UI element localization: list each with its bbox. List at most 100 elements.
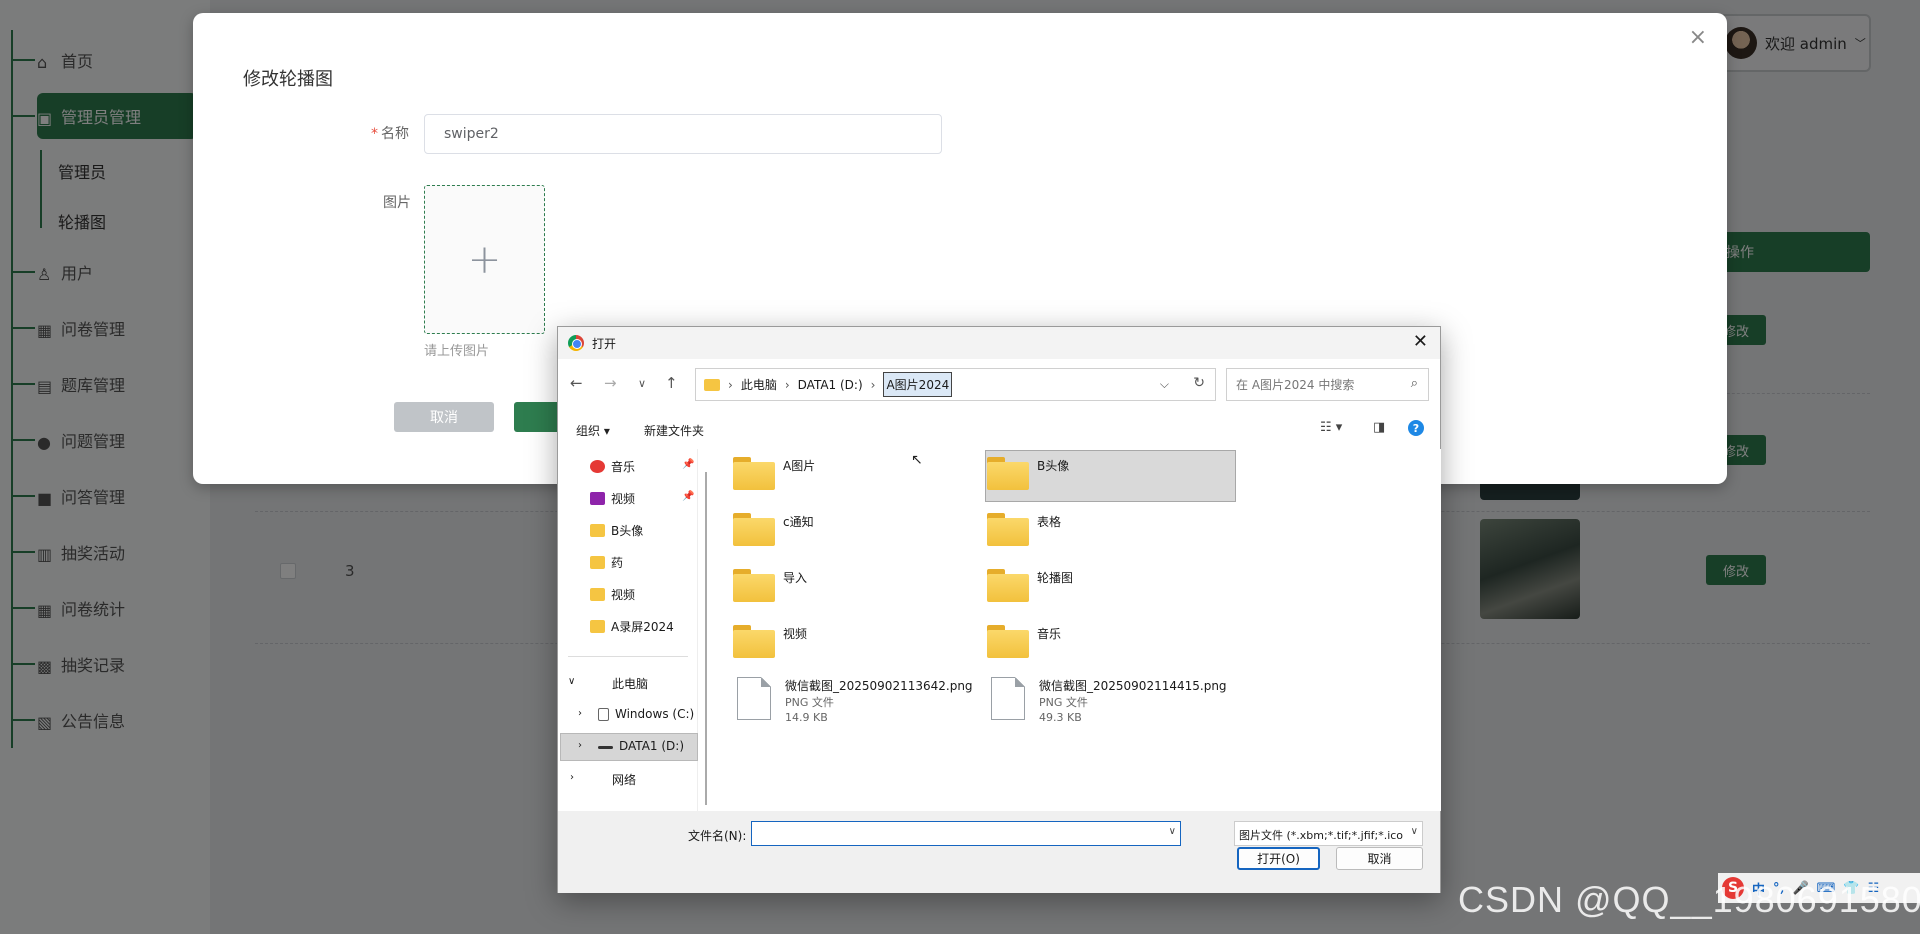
- help-icon[interactable]: ?: [1408, 420, 1424, 436]
- folder-icon: [987, 457, 1029, 490]
- name-input[interactable]: [424, 114, 942, 154]
- chevron-right-icon: ›: [870, 377, 876, 392]
- image-label: 图片: [383, 195, 411, 211]
- file-dialog-footer: 文件名(N): ∨ 图片文件 (*.xbm;*.tif;*.jfif;*.ico…: [558, 811, 1440, 893]
- folder-item[interactable]: 视频: [733, 625, 807, 658]
- required-mark: *: [371, 126, 378, 142]
- file-name: 微信截图_20250902113642.png: [785, 679, 973, 693]
- file-size: 14.9 KB: [785, 711, 828, 724]
- breadcrumb-folder[interactable]: A图片2024: [883, 372, 953, 397]
- organize-button[interactable]: 组织 ▾: [576, 422, 610, 439]
- nav-item-folder[interactable]: B头像: [590, 522, 643, 539]
- chevron-down-icon[interactable]: ⌵: [1160, 377, 1169, 392]
- file-info: 微信截图_20250902114415.png PNG 文件 49.3 KB: [1039, 677, 1227, 724]
- file-dialog-title: 打开: [592, 336, 617, 351]
- pin-icon: 📌: [682, 491, 695, 502]
- folder-icon: [733, 513, 775, 546]
- chrome-icon: [568, 335, 584, 351]
- drive-icon: [598, 707, 609, 721]
- folder-item[interactable]: 轮播图: [987, 569, 1073, 602]
- forward-arrow-icon[interactable]: →: [604, 374, 617, 392]
- nav-item-drive-d[interactable]: DATA1 (D:): [598, 739, 684, 753]
- file-name: 微信截图_20250902114415.png: [1039, 679, 1227, 693]
- nav-scrollbar[interactable]: [705, 472, 707, 805]
- search-icon: ⌕: [1410, 376, 1418, 391]
- video-icon: [590, 492, 605, 505]
- image-upload[interactable]: +: [424, 185, 545, 334]
- folder-icon: [590, 588, 605, 601]
- file-type: PNG 文件: [1039, 696, 1088, 709]
- folder-item[interactable]: 音乐: [987, 625, 1061, 658]
- file-item[interactable]: 微信截图_20250902113642.png PNG 文件 14.9 KB: [733, 677, 973, 724]
- folder-item[interactable]: c通知: [733, 513, 814, 546]
- file-cancel-button[interactable]: 取消: [1336, 847, 1423, 870]
- cancel-button[interactable]: 取消: [394, 402, 494, 432]
- breadcrumb-drive[interactable]: DATA1 (D:): [798, 378, 863, 392]
- file-item[interactable]: 微信截图_20250902114415.png PNG 文件 49.3 KB: [987, 677, 1227, 724]
- view-options-icon[interactable]: ☷ ▾: [1320, 420, 1342, 435]
- plus-icon: +: [467, 236, 502, 283]
- nav-item-video[interactable]: 视频: [590, 490, 635, 507]
- new-folder-button[interactable]: 新建文件夹: [644, 422, 704, 439]
- filename-label: 文件名(N):: [688, 829, 747, 843]
- folder-icon: [590, 620, 605, 633]
- folder-item[interactable]: 导入: [733, 569, 807, 602]
- folder-icon: [733, 569, 775, 602]
- search-placeholder: 在 A图片2024 中搜索: [1236, 378, 1355, 392]
- folder-icon: [733, 457, 775, 490]
- chevron-right-icon[interactable]: ›: [578, 708, 582, 719]
- file-size: 49.3 KB: [1039, 711, 1082, 724]
- file-type-select[interactable]: 图片文件 (*.xbm;*.tif;*.jfif;*.ico ∨: [1234, 821, 1423, 846]
- nav-item-network[interactable]: 网络: [612, 771, 636, 788]
- dialog-title: 修改轮播图: [243, 69, 333, 90]
- folder-item[interactable]: B头像: [987, 457, 1069, 490]
- recent-dropdown-icon[interactable]: ∨: [638, 377, 646, 390]
- close-icon[interactable]: ×: [1689, 25, 1707, 50]
- chevron-right-icon[interactable]: ›: [578, 740, 582, 751]
- pin-icon: 📌: [682, 459, 695, 470]
- folder-icon: [704, 378, 720, 391]
- filename-input[interactable]: ∨: [751, 821, 1181, 846]
- search-input[interactable]: 在 A图片2024 中搜索 ⌕: [1226, 368, 1429, 401]
- chevron-down-icon[interactable]: ∨: [568, 676, 575, 687]
- nav-divider: [568, 656, 688, 657]
- folder-icon: [987, 569, 1029, 602]
- file-info: 微信截图_20250902113642.png PNG 文件 14.9 KB: [785, 677, 973, 724]
- folder-icon: [733, 625, 775, 658]
- folder-icon: [987, 513, 1029, 546]
- name-label: * 名称: [371, 126, 409, 142]
- nav-item-this-pc[interactable]: 此电脑: [612, 675, 648, 692]
- navigation-pane: 音乐 📌 视频 📌 B头像 药 视频 A录屏2024 ∨ 此电脑 › Windo…: [558, 449, 698, 811]
- chevron-down-icon[interactable]: ∨: [1169, 826, 1176, 837]
- breadcrumb-pc[interactable]: 此电脑: [741, 376, 777, 393]
- nav-item-folder[interactable]: 药: [590, 554, 623, 571]
- nav-item-music[interactable]: 音乐: [590, 458, 635, 475]
- open-button[interactable]: 打开(O): [1237, 847, 1320, 870]
- up-arrow-icon[interactable]: ↑: [665, 374, 678, 392]
- folder-item[interactable]: A图片: [733, 457, 815, 490]
- chevron-right-icon[interactable]: ›: [570, 772, 574, 783]
- file-dialog-titlebar: 打开 ✕: [558, 327, 1440, 359]
- preview-pane-icon[interactable]: ◨: [1373, 420, 1385, 435]
- upload-tip: 请上传图片: [424, 344, 490, 359]
- close-icon[interactable]: ✕: [1413, 331, 1428, 352]
- nav-item-folder[interactable]: A录屏2024: [590, 618, 674, 635]
- folder-item[interactable]: 表格: [987, 513, 1061, 546]
- chevron-down-icon: ∨: [1410, 826, 1418, 837]
- file-icon: [737, 677, 771, 720]
- back-arrow-icon[interactable]: ←: [570, 374, 583, 392]
- file-type-filter: 图片文件 (*.xbm;*.tif;*.jfif;*.ico: [1239, 829, 1404, 842]
- address-bar[interactable]: › 此电脑 › DATA1 (D:) › A图片2024 ⌵ ↻: [695, 368, 1216, 401]
- file-open-dialog: 打开 ✕ ← → ∨ ↑ › 此电脑 › DATA1 (D:) › A图片202…: [557, 326, 1441, 893]
- refresh-icon[interactable]: ↻: [1193, 375, 1205, 391]
- nav-item-drive-c[interactable]: Windows (C:): [598, 707, 694, 721]
- chevron-right-icon: ›: [784, 377, 790, 392]
- folder-icon: [590, 524, 605, 537]
- folder-icon: [590, 556, 605, 569]
- chevron-right-icon: ›: [728, 377, 733, 392]
- nav-item-folder[interactable]: 视频: [590, 586, 635, 603]
- watermark: CSDN @QQ__1980691580: [1458, 879, 1920, 920]
- music-icon: [590, 460, 605, 473]
- folder-icon: [987, 625, 1029, 658]
- file-list: A图片 B头像 c通知 表格 导入 轮播图 视频 音乐 微信截图_2025090…: [713, 449, 1441, 811]
